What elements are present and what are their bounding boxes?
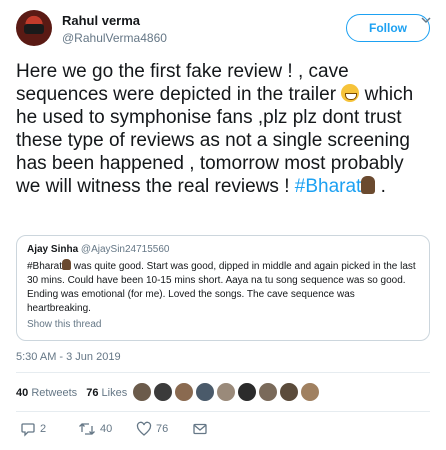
retweets-count: 40	[16, 387, 29, 399]
quoted-author-handle: @AjaySin24715560	[80, 244, 170, 255]
tweet-text: Here we go the first fake review ! , cav…	[16, 60, 430, 198]
heart-icon	[136, 421, 152, 436]
reply-count: 2	[40, 423, 47, 436]
author-handle[interactable]: @RahulVerma4860	[62, 31, 167, 45]
reply-button[interactable]: 2	[20, 418, 46, 440]
liker-avatar[interactable]	[237, 382, 257, 402]
retweets-stat[interactable]: 40 Retweets	[16, 383, 77, 403]
divider	[16, 411, 430, 412]
quoted-author: Ajay Sinha @AjaySin24715560	[27, 244, 419, 255]
author-name[interactable]: Rahul verma	[62, 13, 140, 28]
liker-avatar[interactable]	[279, 382, 299, 402]
likes-count: 76	[86, 387, 99, 399]
like-button[interactable]: 76	[136, 418, 168, 440]
follow-button[interactable]: Follow	[346, 14, 430, 42]
quoted-body: was quite good. Start was good, dipped i…	[27, 261, 416, 314]
engagement-stats: 40 Retweets 76 Likes	[16, 383, 133, 403]
avatar[interactable]	[16, 10, 52, 46]
tweet-actions: 2 40 76	[16, 418, 430, 440]
liker-avatar[interactable]	[132, 382, 152, 402]
hashtag-emoji-icon	[62, 259, 72, 270]
retweet-button[interactable]: 40	[78, 418, 112, 440]
show-thread-link[interactable]: Show this thread	[27, 319, 419, 330]
likes-label: Likes	[101, 387, 128, 399]
likes-stat[interactable]: 76 Likes	[86, 383, 127, 403]
direct-message-button[interactable]	[192, 418, 208, 440]
quoted-text: #Bharat was quite good. Start was good, …	[27, 259, 419, 316]
hashtag-link[interactable]: #Bharat	[295, 176, 362, 197]
mail-icon	[193, 423, 207, 435]
retweets-label: Retweets	[31, 387, 78, 399]
tweet-text-end: .	[375, 176, 386, 197]
chevron-down-icon[interactable]	[420, 14, 434, 28]
liker-avatar[interactable]	[195, 382, 215, 402]
hashtag-emoji-icon	[361, 176, 376, 194]
grinning-emoji-icon	[341, 84, 360, 102]
liker-avatar[interactable]	[174, 382, 194, 402]
liker-avatar[interactable]	[258, 382, 278, 402]
tweet-timestamp[interactable]: 5:30 AM - 3 Jun 2019	[16, 351, 121, 363]
liker-avatar[interactable]	[153, 382, 173, 402]
tweet-header: Rahul verma @RahulVerma4860 Follow	[16, 10, 431, 50]
liker-avatar[interactable]	[216, 382, 236, 402]
tweet-text-part: Here we go the first fake review ! , cav…	[16, 61, 349, 105]
quoted-tweet[interactable]: Ajay Sinha @AjaySin24715560 #Bharat was …	[16, 235, 430, 341]
liker-avatars	[132, 382, 321, 402]
quoted-author-name: Ajay Sinha	[27, 244, 79, 255]
retweet-icon	[79, 423, 95, 436]
liker-avatar[interactable]	[300, 382, 320, 402]
retweet-count: 40	[100, 423, 113, 436]
reply-icon	[21, 423, 35, 437]
divider	[16, 372, 430, 373]
like-count: 76	[156, 423, 169, 436]
quoted-hashtag: #Bharat	[27, 261, 63, 272]
